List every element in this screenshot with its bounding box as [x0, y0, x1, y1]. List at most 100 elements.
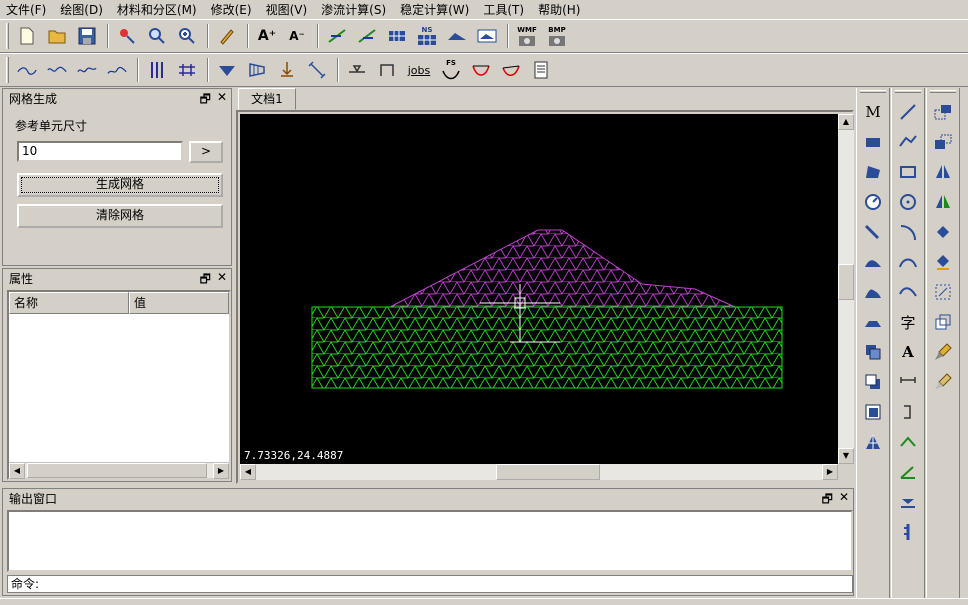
curve-icon[interactable]: [895, 279, 921, 305]
ref-size-arrow-button[interactable]: >: [189, 141, 223, 163]
water-level-icon[interactable]: [215, 58, 239, 82]
jobs-button[interactable]: jobs: [405, 58, 433, 82]
angle-measure-icon[interactable]: [895, 459, 921, 485]
rectangle-region-icon[interactable]: [860, 129, 886, 155]
pile-icon[interactable]: [895, 519, 921, 545]
zoom-in-icon[interactable]: [175, 24, 199, 48]
load-arrow-icon[interactable]: [275, 58, 299, 82]
copy-region-icon[interactable]: [930, 99, 956, 125]
menu-seepage[interactable]: 渗流计算(S): [321, 1, 386, 18]
generate-mesh-button[interactable]: 生成网格: [17, 173, 223, 197]
curve-line-icon[interactable]: [15, 58, 39, 82]
circle-region-icon[interactable]: [860, 189, 886, 215]
scroll-thumb[interactable]: [27, 463, 207, 478]
report-icon[interactable]: [529, 58, 553, 82]
layer-group-icon[interactable]: [860, 399, 886, 425]
terrain-icon[interactable]: [445, 24, 469, 48]
bracket-icon[interactable]: [375, 58, 399, 82]
arc-region-icon[interactable]: [860, 219, 886, 245]
scroll-left-icon[interactable]: ◀: [9, 463, 25, 479]
menu-file[interactable]: 文件(F): [6, 1, 46, 18]
select-pan-icon[interactable]: [115, 24, 139, 48]
menu-tools[interactable]: 工具(T): [483, 1, 524, 18]
tab-document[interactable]: 文档1: [238, 88, 296, 110]
scroll-right-icon[interactable]: ▶: [822, 464, 838, 480]
wmf-camera-icon[interactable]: WMF: [515, 24, 539, 48]
boundary2-icon[interactable]: [930, 309, 956, 335]
text-a-button[interactable]: A: [895, 339, 921, 365]
polyline-icon[interactable]: [895, 129, 921, 155]
menu-modify[interactable]: 修改(E): [211, 1, 252, 18]
wave-line3-icon[interactable]: [105, 58, 129, 82]
output-text-area[interactable]: [7, 510, 853, 572]
edit-pen-icon[interactable]: [215, 24, 239, 48]
polygon-region-icon[interactable]: [860, 159, 886, 185]
angle-icon[interactable]: [895, 429, 921, 455]
circle-icon[interactable]: [895, 189, 921, 215]
fill-icon[interactable]: [930, 219, 956, 245]
scroll-left-icon[interactable]: ◀: [240, 464, 256, 480]
text-shrink-icon[interactable]: A⁻: [285, 24, 309, 48]
grid-table-icon[interactable]: [385, 24, 409, 48]
zoom-window-icon[interactable]: [145, 24, 169, 48]
pressure-icon[interactable]: [245, 58, 269, 82]
properties-horizontal-scrollbar[interactable]: ◀ ▶: [9, 462, 229, 479]
mesh-triangle-icon[interactable]: [860, 429, 886, 455]
drawing-canvas[interactable]: 7.73326,24.4887: [240, 114, 838, 464]
line-icon[interactable]: [895, 99, 921, 125]
slip-circle-red-icon[interactable]: [469, 58, 493, 82]
restore-icon[interactable]: 🗗: [200, 90, 211, 111]
scroll-thumb[interactable]: [496, 464, 600, 480]
move-region-icon[interactable]: [930, 129, 956, 155]
layer-front-icon[interactable]: [860, 339, 886, 365]
terrain-layers-icon[interactable]: [475, 24, 499, 48]
text-zi-button[interactable]: 字: [895, 309, 921, 335]
scroll-down-icon[interactable]: ▼: [838, 448, 854, 464]
command-input[interactable]: 命令:: [7, 575, 853, 593]
restore-icon[interactable]: 🗗: [200, 270, 211, 291]
canvas-horizontal-scrollbar[interactable]: ◀ ▶: [240, 464, 838, 480]
canvas-vertical-scrollbar[interactable]: ▲ ▼: [838, 114, 854, 464]
clear-mesh-button[interactable]: 清除网格: [17, 204, 223, 228]
wave-line2-icon[interactable]: [75, 58, 99, 82]
paint-brush-icon[interactable]: [930, 339, 956, 365]
toolbar-grip[interactable]: [930, 90, 956, 93]
mirror2-icon[interactable]: [930, 189, 956, 215]
new-file-icon[interactable]: [15, 24, 39, 48]
column-header-value[interactable]: 值: [129, 292, 229, 314]
toolbar-grip[interactable]: [6, 57, 9, 83]
ns-table-icon[interactable]: NS: [415, 24, 439, 48]
mirror-icon[interactable]: [930, 159, 956, 185]
menu-stability[interactable]: 稳定计算(W): [400, 1, 469, 18]
boundary-icon[interactable]: [930, 279, 956, 305]
anchor-icon[interactable]: [305, 58, 329, 82]
text-enlarge-icon[interactable]: A⁺: [255, 24, 279, 48]
close-icon[interactable]: ✕: [839, 490, 849, 511]
horizontal-lines-icon[interactable]: [175, 58, 199, 82]
menu-view[interactable]: 视图(V): [266, 1, 308, 18]
bmp-camera-icon[interactable]: BMP: [545, 24, 569, 48]
fs-slip-icon[interactable]: FS: [439, 58, 463, 82]
ref-size-input[interactable]: 10: [17, 141, 183, 162]
bracket-right-icon[interactable]: [895, 399, 921, 425]
restore-icon[interactable]: 🗗: [822, 490, 833, 511]
menu-draw[interactable]: 绘图(D): [60, 1, 103, 18]
toolbar-grip[interactable]: [895, 90, 921, 93]
menu-material[interactable]: 材料和分区(M): [117, 1, 197, 18]
scroll-up-icon[interactable]: ▲: [838, 114, 854, 130]
slip-circle-red2-icon[interactable]: [499, 58, 523, 82]
scroll-right-icon[interactable]: ▶: [213, 463, 229, 479]
vertical-lines-icon[interactable]: [145, 58, 169, 82]
line-style2-icon[interactable]: [355, 24, 379, 48]
column-header-name[interactable]: 名称: [9, 292, 129, 314]
fill2-icon[interactable]: [930, 249, 956, 275]
menu-help[interactable]: 帮助(H): [538, 1, 580, 18]
layer-back-icon[interactable]: [860, 369, 886, 395]
dimension-icon[interactable]: [895, 369, 921, 395]
slope-region-icon[interactable]: [860, 249, 886, 275]
trapezoid-region-icon[interactable]: [860, 309, 886, 335]
save-icon[interactable]: [75, 24, 99, 48]
eraser-brush-icon[interactable]: [930, 369, 956, 395]
open-folder-icon[interactable]: [45, 24, 69, 48]
toolbar-grip[interactable]: [860, 90, 886, 93]
